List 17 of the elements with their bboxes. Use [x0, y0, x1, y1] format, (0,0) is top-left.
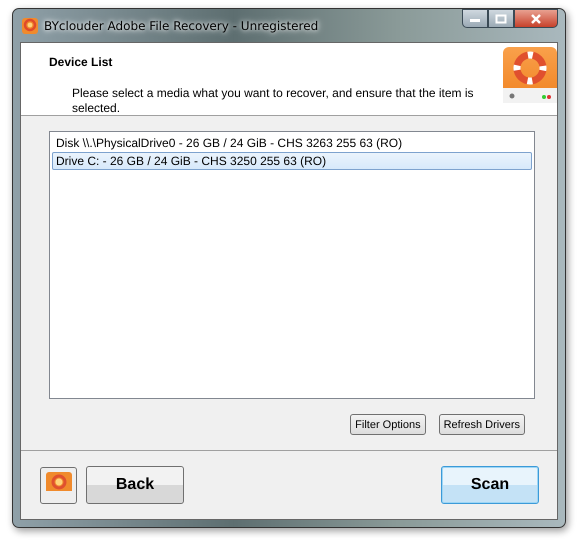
lifebuoy-icon: [46, 472, 72, 498]
instruction-text: Please select a media what you want to recover, and ensure that the item is selected.: [72, 86, 475, 116]
minimize-button[interactable]: [462, 9, 488, 28]
back-button[interactable]: Back: [86, 466, 184, 504]
maximize-icon: [495, 14, 507, 24]
lifebuoy-icon: [22, 18, 38, 34]
app-icon-button[interactable]: [40, 466, 77, 504]
device-item[interactable]: Disk \\.\PhysicalDrive0 - 26 GB / 24 GiB - CHS 3263 255 63 (RO): [52, 134, 532, 152]
maximize-button[interactable]: [488, 9, 514, 28]
refresh-drivers-button[interactable]: Refresh Drivers: [438, 414, 525, 435]
device-item[interactable]: Drive C: - 26 GB / 24 GiB - CHS 3250 255 63 (RO): [52, 152, 532, 170]
filter-options-button[interactable]: Filter Options: [350, 414, 426, 435]
close-icon: [530, 14, 542, 24]
section-title: Device List: [49, 55, 114, 69]
window-title: BYclouder Adobe File Recovery - Unregistered: [44, 18, 318, 32]
scan-button[interactable]: Scan: [441, 466, 539, 504]
close-button[interactable]: [514, 9, 558, 28]
